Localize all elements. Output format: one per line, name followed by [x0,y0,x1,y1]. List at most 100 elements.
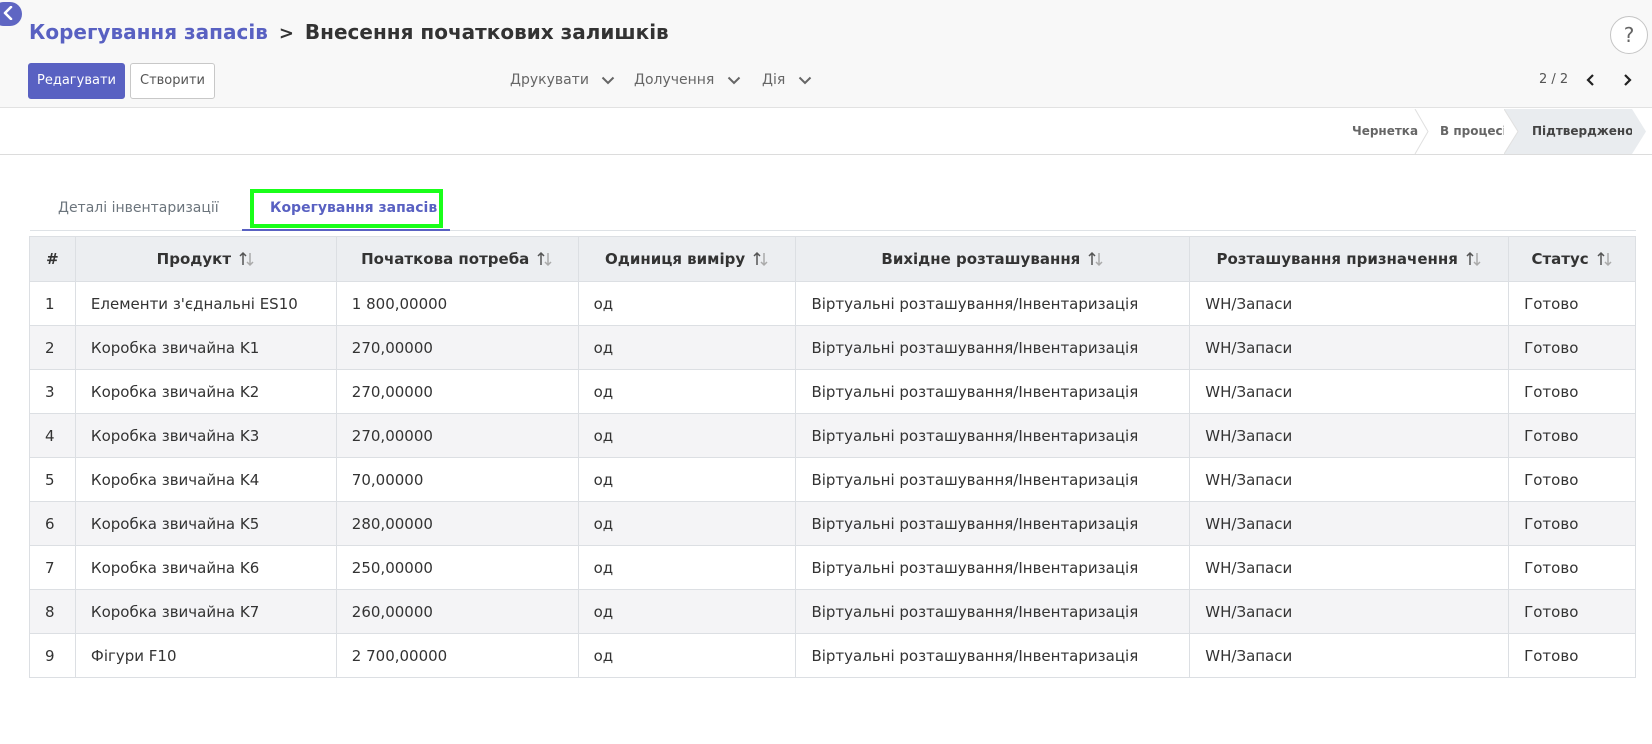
breadcrumb-separator: > [278,23,294,44]
action-menu[interactable]: Дія [762,72,812,88]
source-location-cell: Віртуальні розташування/Інвентаризація [795,325,1191,370]
uom-cell: од [577,325,797,370]
table-row[interactable]: 2 Коробка звичайна K1 270,00000 од Віртуальн… [29,325,1636,370]
pager-previous-button[interactable] [1582,71,1600,89]
initial-demand-cell: 270,00000 [335,325,579,370]
breadcrumb-parent-link[interactable]: Корегування запасів [29,20,268,44]
chevron-down-icon [798,76,811,84]
status-cell: Готово [1508,633,1636,678]
column-header-label: Початкова потреба [361,249,530,268]
destination-location-cell: WH/Запаси [1189,413,1510,458]
source-location-cell: Віртуальні розташування/Інвентаризація [795,633,1191,678]
destination-location-cell: WH/Запаси [1189,369,1510,414]
stage-in-progress[interactable]: В процесі [1440,109,1507,154]
column-header-uom[interactable]: Одиниця виміру [577,236,797,282]
source-location-cell: Віртуальні розташування/Інвентаризація [795,501,1191,546]
tab-inventory-details[interactable]: Деталі інвентаризації [30,188,247,231]
destination-location-cell: WH/Запаси [1189,633,1510,678]
product-cell: Коробка звичайна K1 [74,325,337,370]
sort-icon [1597,252,1612,267]
edit-button[interactable]: Редагувати [28,63,125,99]
breadcrumb: Корегування запасів > Внесення початкови… [29,20,669,44]
status-cell: Готово [1508,281,1636,326]
create-button[interactable]: Створити [130,63,215,99]
action-menu-label: Дія [762,72,786,88]
column-header-label: Вихідне розташування [881,249,1081,268]
column-header-source-location[interactable]: Вихідне розташування [795,236,1191,282]
attachment-menu-label: Долучення [634,72,715,88]
destination-location-cell: WH/Запаси [1189,545,1510,590]
attachment-menu[interactable]: Долучення [634,72,741,88]
column-header-initial-demand[interactable]: Початкова потреба [335,236,579,282]
table-row[interactable]: 8 Коробка звичайна K7 260,00000 од Віртуальн… [29,589,1636,634]
initial-demand-cell: 250,00000 [335,545,579,590]
status-cell: Готово [1508,369,1636,414]
table-row[interactable]: 1 Елементи з'єднальні ES10 1 800,00000 од Ві… [29,281,1636,326]
stock-moves-table: # Продукт Початкова потреба Одиниця вимі… [29,236,1636,678]
back-arrow-icon[interactable] [0,2,22,26]
print-menu-label: Друкувати [510,72,589,88]
status-cell: Готово [1508,589,1636,634]
status-cell: Готово [1508,413,1636,458]
destination-location-cell: WH/Запаси [1189,457,1510,502]
sort-icon [1466,252,1481,267]
row-number-cell: 4 [29,413,76,458]
initial-demand-cell: 2 700,00000 [335,633,579,678]
destination-location-cell: WH/Запаси [1189,281,1510,326]
status-cell: Готово [1508,325,1636,370]
row-number-cell: 5 [29,457,76,502]
row-number-cell: 2 [29,325,76,370]
table-row[interactable]: 5 Коробка звичайна K4 70,00000 од Віртуальні… [29,457,1636,502]
product-cell: Коробка звичайна K7 [74,589,337,634]
chevron-right-icon [1624,74,1632,86]
column-header-label: # [46,250,59,268]
sort-icon [753,252,768,267]
chevron-down-icon [727,76,741,84]
initial-demand-cell: 270,00000 [335,369,579,414]
table-row[interactable]: 4 Коробка звичайна K3 270,00000 од Віртуальн… [29,413,1636,458]
stage-confirmed[interactable]: Підтверджено [1504,109,1633,154]
uom-cell: од [577,457,797,502]
column-header-number: # [29,236,76,282]
initial-demand-cell: 280,00000 [335,501,579,546]
pager-next-button[interactable] [1618,71,1636,89]
column-header-destination-location[interactable]: Розташування призначення [1189,236,1510,282]
destination-location-cell: WH/Запаси [1189,589,1510,634]
initial-demand-cell: 70,00000 [335,457,579,502]
table-row[interactable]: 9 Фігури F10 2 700,00000 од Віртуальні розта… [29,633,1636,678]
row-number-cell: 8 [29,589,76,634]
initial-demand-cell: 1 800,00000 [335,281,579,326]
help-button[interactable]: ? [1610,16,1648,54]
source-location-cell: Віртуальні розташування/Інвентаризація [795,457,1191,502]
uom-cell: од [577,545,797,590]
table-row[interactable]: 7 Коробка звичайна K6 250,00000 од Віртуальн… [29,545,1636,590]
stage-draft[interactable]: Чернетка [1352,109,1418,154]
column-header-label: Розташування призначення [1216,249,1458,268]
uom-cell: од [577,413,797,458]
row-number-cell: 9 [29,633,76,678]
source-location-cell: Віртуальні розташування/Інвентаризація [795,369,1191,414]
column-header-status[interactable]: Статус [1508,236,1636,282]
row-number-cell: 7 [29,545,76,590]
chevron-left-icon [1586,74,1594,86]
product-cell: Коробка звичайна K2 [74,369,337,414]
uom-cell: од [577,633,797,678]
table-row[interactable]: 6 Коробка звичайна K5 280,00000 од Віртуальн… [29,501,1636,546]
product-cell: Фігури F10 [74,633,337,678]
initial-demand-cell: 270,00000 [335,413,579,458]
source-location-cell: Віртуальні розташування/Інвентаризація [795,589,1191,634]
stage-divider-icon [1504,109,1519,154]
destination-location-cell: WH/Запаси [1189,325,1510,370]
product-cell: Коробка звичайна K6 [74,545,337,590]
uom-cell: од [577,369,797,414]
print-menu[interactable]: Друкувати [510,72,615,88]
chevron-down-icon [602,76,615,84]
source-location-cell: Віртуальні розташування/Інвентаризація [795,413,1191,458]
table-row[interactable]: 3 Коробка звичайна K2 270,00000 од Віртуальн… [29,369,1636,414]
status-cell: Готово [1508,501,1636,546]
uom-cell: од [577,501,797,546]
column-header-product[interactable]: Продукт [74,236,337,282]
stage-divider-icon [1414,109,1429,154]
destination-location-cell: WH/Запаси [1189,501,1510,546]
source-location-cell: Віртуальні розташування/Інвентаризація [795,281,1191,326]
